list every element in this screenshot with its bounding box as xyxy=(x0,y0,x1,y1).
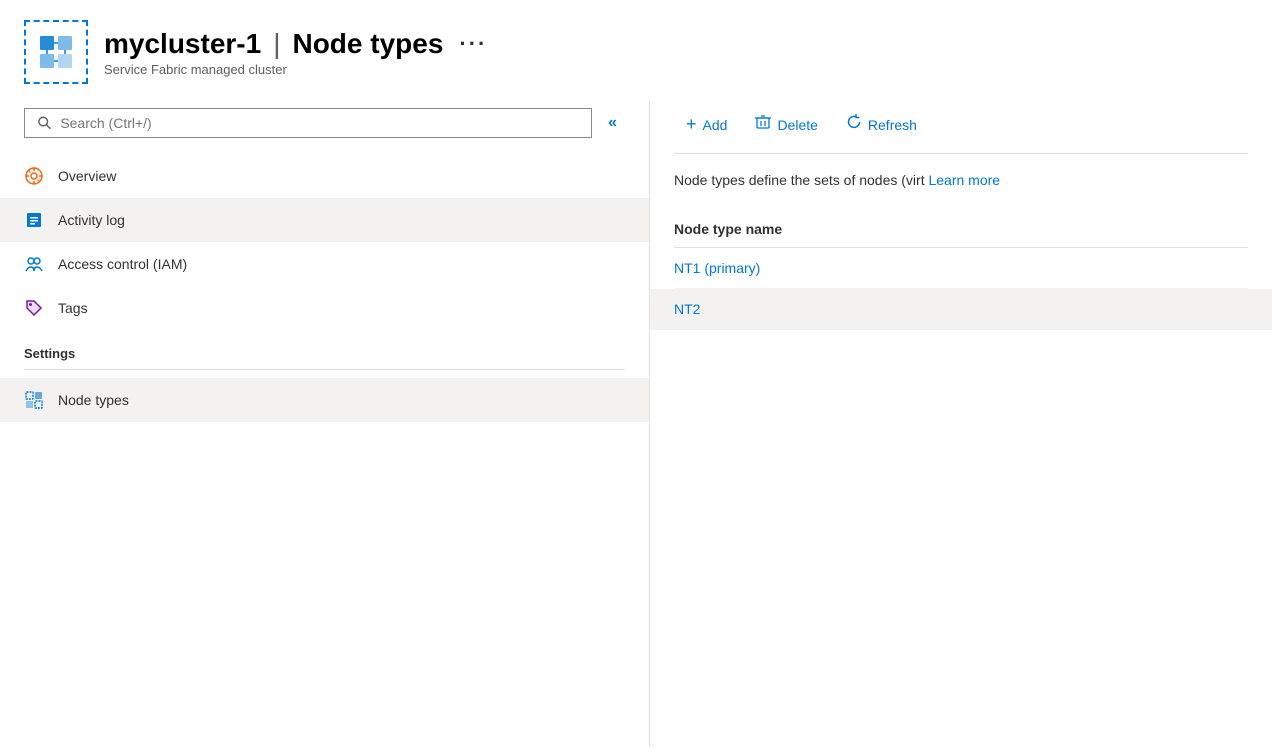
sidebar-item-tags[interactable]: Tags xyxy=(0,286,649,330)
resource-icon xyxy=(24,20,88,84)
more-options-button[interactable]: ··· xyxy=(459,31,487,57)
search-icon xyxy=(37,115,52,131)
add-label: Add xyxy=(703,117,728,133)
node-type-link-nt1[interactable]: NT1 (primary) xyxy=(674,260,760,276)
sidebar-item-overview[interactable]: Overview xyxy=(0,154,649,198)
description-text: Node types define the sets of nodes (vir… xyxy=(674,172,925,188)
refresh-button[interactable]: Refresh xyxy=(834,108,929,141)
sidebar: « Overview xyxy=(0,100,650,746)
delete-label: Delete xyxy=(777,117,817,133)
refresh-icon xyxy=(846,114,862,135)
section-divider xyxy=(24,369,625,370)
delete-button[interactable]: Delete xyxy=(743,108,829,141)
resource-subtitle: Service Fabric managed cluster xyxy=(104,62,487,77)
header-text-block: mycluster-1 | Node types ··· Service Fab… xyxy=(104,28,487,77)
node-type-link-nt2[interactable]: NT2 xyxy=(674,301,700,317)
sidebar-item-node-types[interactable]: Node types xyxy=(0,378,649,422)
search-container: « xyxy=(0,100,649,154)
sidebar-item-overview-label: Overview xyxy=(58,168,116,184)
collapse-sidebar-button[interactable]: « xyxy=(600,110,625,136)
table-row: NT1 (primary) xyxy=(674,248,1248,289)
tags-icon xyxy=(24,298,44,318)
table-column-header: Node type name xyxy=(674,211,1248,248)
description-block: Node types define the sets of nodes (vir… xyxy=(674,170,1248,191)
page-section-name: Node types xyxy=(292,28,443,60)
delete-icon xyxy=(755,114,771,135)
sidebar-item-activity-log-label: Activity log xyxy=(58,212,125,228)
cluster-name: mycluster-1 xyxy=(104,28,261,60)
learn-more-link[interactable]: Learn more xyxy=(928,172,1000,188)
sidebar-item-node-types-label: Node types xyxy=(58,392,129,408)
iam-icon xyxy=(24,254,44,274)
settings-section-label: Settings xyxy=(0,330,649,369)
search-box[interactable] xyxy=(24,108,592,138)
sidebar-item-activity-log[interactable]: Activity log xyxy=(0,198,649,242)
service-fabric-icon xyxy=(36,32,76,72)
search-input[interactable] xyxy=(60,115,579,131)
sidebar-item-iam-label: Access control (IAM) xyxy=(58,256,187,272)
sidebar-item-tags-label: Tags xyxy=(58,300,88,316)
table-row: NT2 xyxy=(650,289,1272,330)
main-layout: « Overview xyxy=(0,100,1272,746)
add-button[interactable]: + Add xyxy=(674,108,739,141)
overview-icon xyxy=(24,166,44,186)
activity-log-icon xyxy=(24,210,44,230)
add-icon: + xyxy=(686,114,697,135)
sidebar-item-iam[interactable]: Access control (IAM) xyxy=(0,242,649,286)
node-types-table: Node type name NT1 (primary) NT2 xyxy=(674,211,1248,330)
title-pipe: | xyxy=(273,28,280,60)
node-types-icon xyxy=(24,390,44,410)
page-header: mycluster-1 | Node types ··· Service Fab… xyxy=(0,0,1272,100)
content-area: + Add Delete xyxy=(650,100,1272,746)
refresh-label: Refresh xyxy=(868,117,917,133)
page-title: mycluster-1 | Node types ··· xyxy=(104,28,487,60)
toolbar: + Add Delete xyxy=(674,100,1248,154)
